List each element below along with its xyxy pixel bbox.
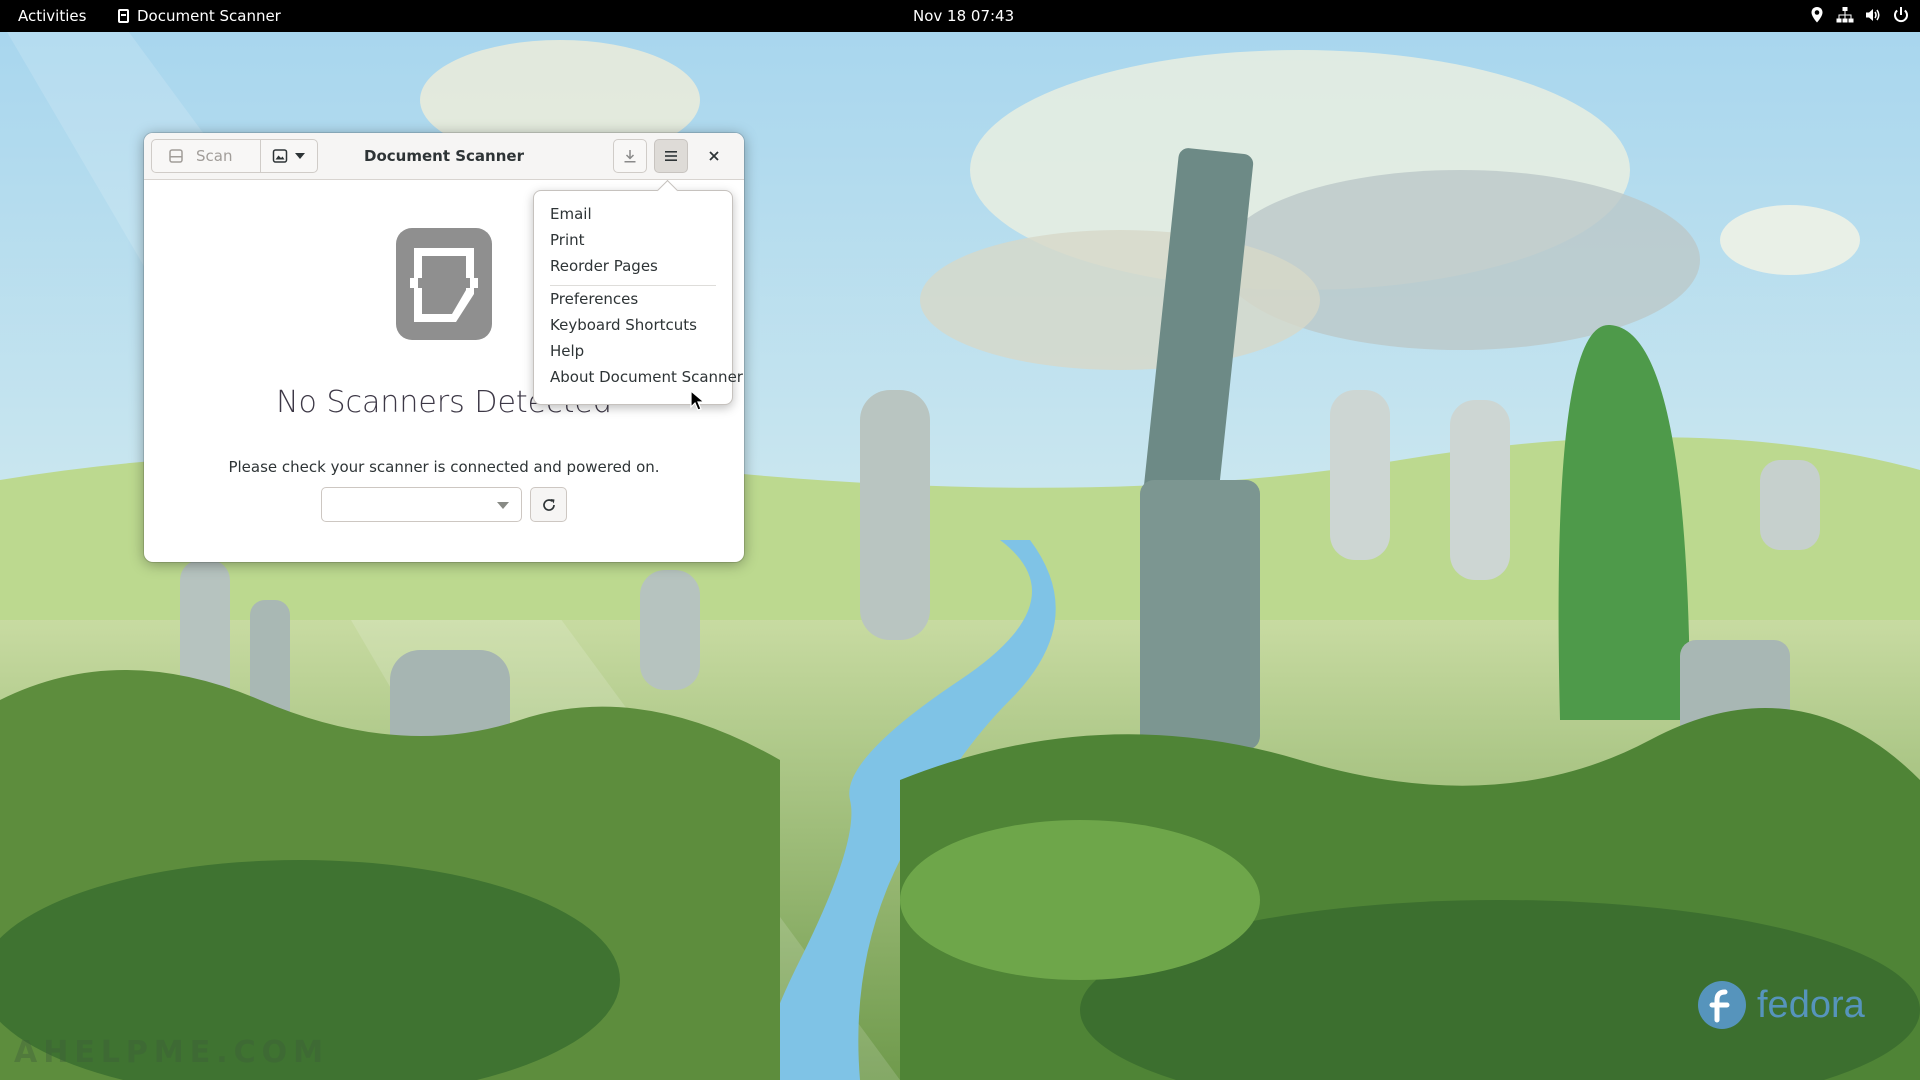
location-icon xyxy=(1811,7,1823,23)
app-menu-label: Document Scanner xyxy=(137,7,281,25)
main-menu-popover: Email Print Reorder Pages Preferences Ke… xyxy=(533,190,743,405)
close-icon xyxy=(709,151,719,161)
hamburger-menu-icon xyxy=(665,151,677,161)
scanner-placeholder-icon xyxy=(396,228,492,340)
window-title: Document Scanner xyxy=(364,147,524,165)
menu-item-about[interactable]: About Document Scanner xyxy=(550,368,743,386)
power-icon xyxy=(1894,7,1908,23)
empty-state-subtitle: Please check your scanner is connected a… xyxy=(228,458,660,476)
fedora-logo-icon xyxy=(1698,981,1746,1029)
site-watermark: AHELPME.COM xyxy=(14,1035,330,1070)
chevron-down-icon xyxy=(295,153,305,159)
app-menu[interactable]: Document Scanner xyxy=(118,7,281,25)
menu-item-help[interactable]: Help xyxy=(550,342,584,360)
system-tray[interactable] xyxy=(1808,6,1910,24)
menu-item-email[interactable]: Email xyxy=(550,205,592,223)
close-button[interactable] xyxy=(699,141,729,171)
header-bar: Scan Document Scanner xyxy=(144,133,744,180)
main-menu-button[interactable] xyxy=(654,139,688,173)
image-icon xyxy=(272,149,288,163)
menu-item-reorder-pages[interactable]: Reorder Pages xyxy=(550,257,658,275)
save-button[interactable] xyxy=(613,139,647,173)
volume-icon xyxy=(1866,9,1880,21)
download-icon xyxy=(624,150,636,163)
fedora-wordmark: fedora xyxy=(1757,983,1865,1026)
scan-button-label: Scan xyxy=(196,147,233,165)
chevron-down-icon xyxy=(497,502,509,509)
scan-button[interactable]: Scan xyxy=(151,139,261,173)
document-scanner-window: Scan Document Scanner No Scanners Detect… xyxy=(144,133,744,562)
scanner-icon xyxy=(169,149,183,163)
menu-item-print[interactable]: Print xyxy=(550,231,585,249)
document-scanner-icon xyxy=(118,9,129,23)
mouse-cursor-icon xyxy=(690,390,706,411)
clock[interactable]: Nov 18 07:43 xyxy=(913,7,1014,25)
top-bar: Activities Document Scanner Nov 18 07:43 xyxy=(0,0,1920,32)
activities-button[interactable]: Activities xyxy=(18,7,86,25)
network-icon xyxy=(1836,7,1854,23)
menu-item-preferences[interactable]: Preferences xyxy=(550,290,638,308)
menu-item-keyboard-shortcuts[interactable]: Keyboard Shortcuts xyxy=(550,316,697,334)
scan-type-menu-button[interactable] xyxy=(260,139,318,173)
scanner-device-combobox[interactable] xyxy=(321,487,522,522)
fedora-logo: fedora xyxy=(1697,980,1865,1030)
refresh-button[interactable] xyxy=(530,487,567,522)
menu-separator xyxy=(550,285,716,286)
refresh-icon xyxy=(542,498,555,511)
